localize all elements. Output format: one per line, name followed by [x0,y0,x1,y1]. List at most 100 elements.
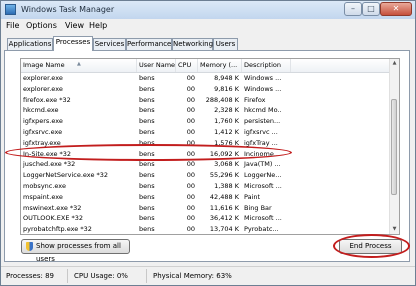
title-bar[interactable]: Windows Task Manager – □ ✕ [1,1,415,19]
process-row[interactable]: firefox.exe *32 bens 00 288,408 K Firefox [21,95,391,106]
process-user-cell: bens [139,192,155,201]
column-memory[interactable]: Memory (... [198,59,242,72]
process-description-cell: Incinome... [244,149,281,158]
process-memory-cell: 1,388 K [214,181,239,190]
process-memory-cell: 11,616 K [209,203,239,212]
process-name-cell: explorer.exe [23,74,63,82]
menu-file[interactable]: File [6,21,19,30]
process-name-cell: LoggerNetService.exe *32 [23,171,109,180]
menu-help[interactable]: Help [89,21,107,30]
process-cpu-cell: 00 [186,84,195,93]
process-row[interactable]: igfxsrvc.exe bens 00 1,412 K igfxsrvc ... [21,127,391,138]
menu-view[interactable]: View [65,21,84,30]
process-list[interactable]: Image Name ▲ User Name CPU Memory (... D… [20,58,400,235]
process-memory-cell: 1,412 K [214,127,239,136]
process-description-cell: Bing Bar [244,203,272,212]
end-process-button[interactable]: End Process [339,239,402,254]
status-processes: Processes: 89 [6,272,54,280]
process-description-cell: Microsoft ... [244,214,282,223]
process-description-cell: Microsoft ... [244,181,282,190]
process-name-cell: explorer.exe [23,84,63,93]
process-name-cell: pyrobatchftp.exe *32 [23,225,92,234]
process-row[interactable]: LoggerNetService.exe *32 bens 00 55,296 K Lo… [21,170,391,181]
process-row[interactable]: OUTLOOK.EXE *32 bens 00 36,412 K Microsoft .… [21,213,391,224]
column-image-name[interactable]: Image Name ▲ [21,59,137,72]
column-header-row: Image Name ▲ User Name CPU Memory (... D… [21,59,391,73]
process-row[interactable]: mspaint.exe bens 00 42,488 K Paint [21,192,391,203]
column-user-name[interactable]: User Name [137,59,176,72]
column-image-name-label: Image Name [23,61,65,69]
process-row[interactable]: mobsync.exe bens 00 1,388 K Microsoft ... [21,181,391,192]
process-cpu-cell: 00 [186,171,195,180]
process-description-cell: Firefox [244,95,266,104]
window-title: Windows Task Manager [21,5,115,14]
process-memory-cell: 16,092 K [209,149,239,158]
process-user-cell: bens [139,149,155,158]
tab-users[interactable]: Users [213,38,238,50]
process-cpu-cell: 00 [186,95,195,104]
tab-performance[interactable]: Performance [126,38,172,50]
scroll-thumb[interactable] [391,99,397,195]
process-memory-cell: 8,948 K [214,74,239,82]
tab-processes[interactable]: Processes [53,36,93,51]
process-row[interactable]: hkcmd.exe bens 00 2,328 K hkcmd Mo... [21,105,391,116]
process-user-cell: bens [139,106,155,115]
process-user-cell: bens [139,127,155,136]
close-button[interactable]: ✕ [380,2,412,16]
process-description-cell: Windows ... [244,84,282,93]
process-memory-cell: 55,296 K [209,171,239,180]
minimize-button[interactable]: – [344,2,362,16]
process-row[interactable]: jusched.exe *32 bens 00 3,068 K Java(TM) ... [21,159,391,170]
process-row[interactable]: igfxtray.exe bens 00 1,576 K igfxTray ... [21,138,391,149]
process-name-cell: igfxsrvc.exe [23,127,63,136]
menu-options[interactable]: Options [26,21,57,30]
tab-services[interactable]: Services [93,38,126,50]
process-description-cell: Windows ... [244,74,282,82]
process-cpu-cell: 00 [186,149,195,158]
process-user-cell: bens [139,181,155,190]
process-description-cell: igfxsrvc ... [244,127,278,136]
process-user-cell: bens [139,84,155,93]
process-cpu-cell: 00 [186,138,195,147]
process-name-cell: igfxtray.exe [23,138,61,147]
scroll-up-icon[interactable]: ▲ [390,59,399,68]
process-user-cell: bens [139,95,155,104]
process-name-cell: hkcmd.exe [23,106,59,115]
column-description[interactable]: Description [242,59,291,72]
process-memory-cell: 2,328 K [214,106,239,115]
tab-networking[interactable]: Networking [172,38,213,50]
process-user-cell: bens [139,225,155,234]
process-row[interactable]: mswinext.exe *32 bens 00 11,616 K Bing Bar [21,203,391,214]
status-divider [146,269,147,283]
process-description-cell: Pyrobatc... [244,225,279,234]
status-divider [67,269,68,283]
process-user-cell: bens [139,138,155,147]
process-name-cell: In-Site.exe *32 [23,149,72,158]
process-cpu-cell: 00 [186,106,195,115]
process-cpu-cell: 00 [186,127,195,136]
tab-applications[interactable]: Applications [7,38,53,50]
process-memory-cell: 42,488 K [209,192,239,201]
menu-bar: File Options View Help [1,19,415,33]
process-description-cell: LoggerNe... [244,171,282,180]
process-row[interactable]: explorer.exe bens 00 8,948 K Windows ... [21,73,391,84]
maximize-button[interactable]: □ [362,2,380,16]
scroll-down-icon[interactable]: ▼ [390,225,399,234]
status-bar: Processes: 89 CPU Usage: 0% Physical Mem… [1,266,415,285]
show-all-processes-button[interactable]: Show processes from all users [21,239,130,263]
process-memory-cell: 36,412 K [209,214,239,223]
process-user-cell: bens [139,74,155,82]
process-name-cell: OUTLOOK.EXE *32 [23,214,84,223]
process-description-cell: Paint [244,192,261,201]
process-cpu-cell: 00 [186,214,195,223]
process-user-cell: bens [139,160,155,169]
process-row[interactable]: pyrobatchftp.exe *32 bens 00 13,704 K Pyroba… [21,224,391,234]
process-memory-cell: 9,816 K [214,84,239,93]
task-manager-icon [5,4,16,15]
vertical-scrollbar[interactable]: ▲ ▼ [389,59,399,234]
process-row[interactable]: igfxpers.exe bens 00 1,760 K persisten... [21,116,391,127]
process-row[interactable]: explorer.exe bens 00 9,816 K Windows ... [21,84,391,95]
process-name-cell: firefox.exe *32 [23,95,71,104]
selected-process-row[interactable]: In-Site.exe *32 bens 00 16,092 K Incinome... [21,149,391,160]
column-cpu[interactable]: CPU [176,59,198,72]
